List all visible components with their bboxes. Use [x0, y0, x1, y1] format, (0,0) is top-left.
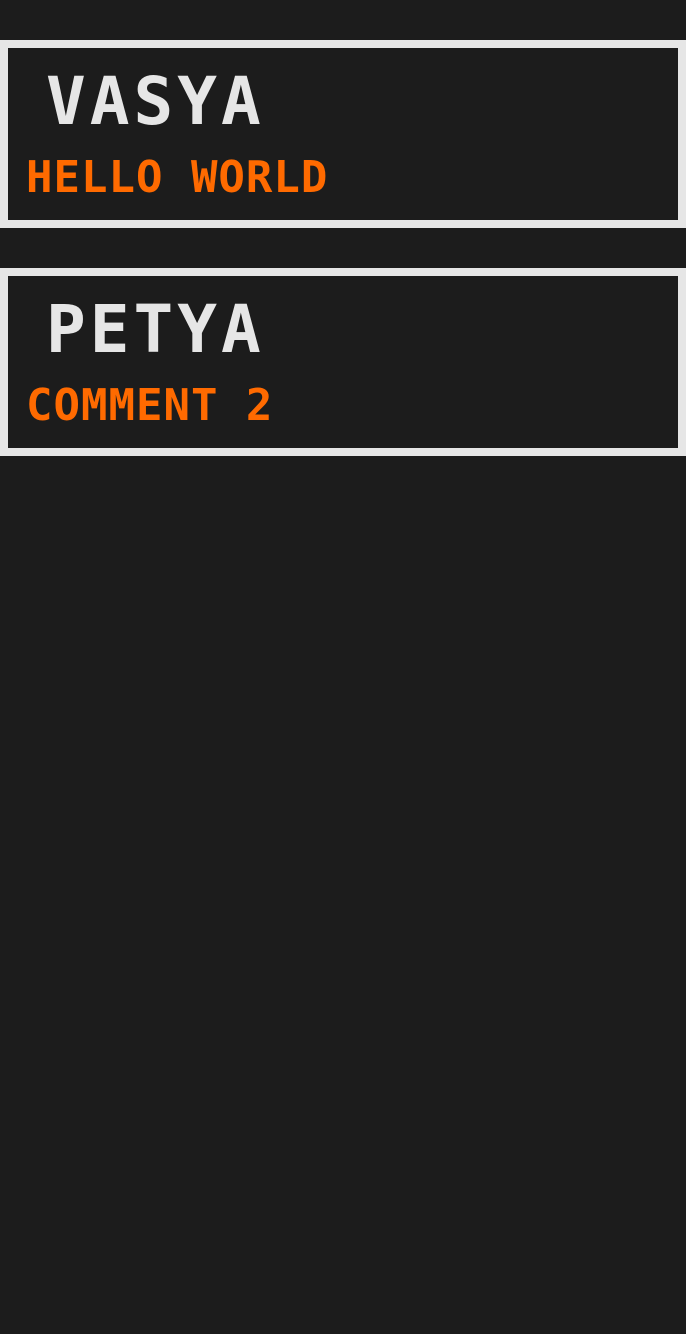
comment-text: HELLO WORLD: [26, 152, 329, 203]
comment-card[interactable]: VASYA HELLO WORLD: [0, 40, 686, 228]
comment-text: COMMENT 2: [26, 380, 274, 431]
comment-author: PETYA: [46, 291, 265, 368]
comment-list: VASYA HELLO WORLD PETYA COMMENT 2: [0, 0, 686, 1334]
comment-card[interactable]: PETYA COMMENT 2: [0, 268, 686, 456]
comment-author: VASYA: [46, 63, 265, 140]
